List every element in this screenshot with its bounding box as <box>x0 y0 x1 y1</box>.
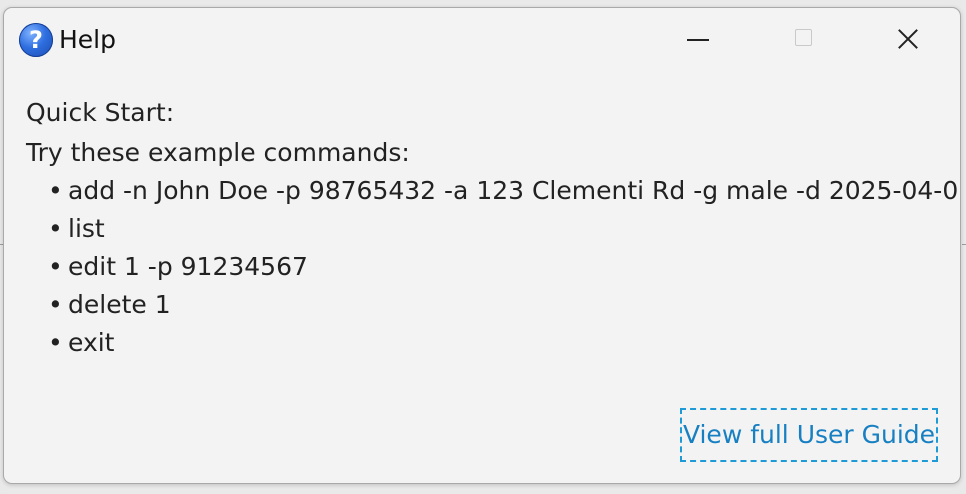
list-item: • exit <box>48 324 950 362</box>
user-guide-link[interactable]: View full User Guide <box>680 408 938 462</box>
backdrop-divider-right <box>962 244 966 245</box>
list-item: • delete 1 <box>48 286 950 324</box>
command-text: delete 1 <box>68 290 171 319</box>
command-text: list <box>68 214 105 243</box>
bullet: • <box>48 252 63 281</box>
bullet: • <box>48 328 63 357</box>
title-bar[interactable]: ? Help <box>4 8 960 70</box>
list-item: • add -n John Doe -p 98765432 -a 123 Clem… <box>48 172 960 210</box>
help-window: ? Help Quick Start: Try these example co… <box>3 7 961 484</box>
window-title: Help <box>59 25 116 54</box>
command-text: edit 1 -p 91234567 <box>68 252 308 281</box>
help-question-icon: ? <box>19 23 53 57</box>
maximize-button <box>773 18 833 60</box>
list-item: • edit 1 -p 91234567 <box>48 248 950 286</box>
bullet: • <box>48 290 63 319</box>
list-item: • list <box>48 210 950 248</box>
close-icon <box>897 28 919 50</box>
intro-text: Try these example commands: <box>26 138 410 167</box>
bullet: • <box>48 214 63 243</box>
bullet: • <box>48 176 63 205</box>
command-list: • add -n John Doe -p 98765432 -a 123 Clem… <box>26 172 960 362</box>
quick-start-heading: Quick Start: <box>26 98 175 127</box>
help-content: Quick Start: Try these example commands:… <box>26 94 960 362</box>
command-text: exit <box>68 328 115 357</box>
maximize-icon <box>795 29 812 46</box>
command-text: add -n John Doe -p 98765432 -a 123 Cleme… <box>68 176 961 205</box>
close-button[interactable] <box>878 18 938 60</box>
minimize-icon <box>687 39 709 41</box>
minimize-button[interactable] <box>668 18 728 60</box>
